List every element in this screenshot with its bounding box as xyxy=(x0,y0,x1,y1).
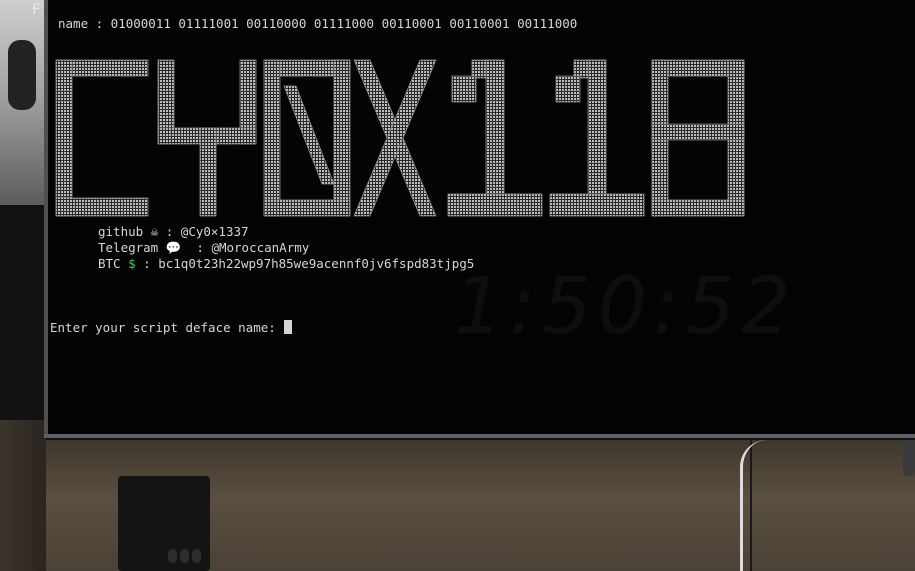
prompt-text: Enter your script deface name: xyxy=(50,320,284,335)
banner-letter-c xyxy=(55,59,149,217)
banner-letter-one-a xyxy=(447,59,543,217)
banner-letter-eight xyxy=(651,59,745,217)
wallpaper-cable xyxy=(740,440,767,571)
telegram-label: Telegram xyxy=(98,240,159,255)
terminal-window[interactable]: 1:50:52 name : 01000011 01111001 0011000… xyxy=(44,0,915,438)
desktop-label: F xyxy=(32,2,41,18)
btc-address: bc1q0t23h22wp97h85we9acennf0jv6fspd83tjp… xyxy=(158,256,475,271)
wallpaper-poster xyxy=(0,0,44,205)
wallpaper-strip xyxy=(0,420,46,571)
speech-bubble-icon: 💬 xyxy=(165,240,182,255)
deface-name-prompt[interactable]: Enter your script deface name: xyxy=(50,320,293,336)
ascii-banner xyxy=(52,56,752,218)
github-separator: : xyxy=(158,224,181,239)
banner-letter-one-b xyxy=(549,59,645,217)
desktop-scroll-handle[interactable] xyxy=(903,440,915,476)
terminal-cursor[interactable] xyxy=(284,320,293,334)
btc-label: BTC xyxy=(98,256,121,271)
telegram-handle: @MoroccanArmy xyxy=(211,240,310,255)
wallpaper-clock: 1:50:52 xyxy=(454,262,797,352)
banner-letter-zero xyxy=(263,59,351,217)
telegram-separator: : xyxy=(181,240,212,255)
banner-letter-y xyxy=(157,59,257,217)
name-binary-line: name : 01000011 01111001 00110000 011110… xyxy=(58,16,578,31)
banner-letter-x xyxy=(353,59,437,217)
btc-line: BTC $ : bc1q0t23h22wp97h85we9acennf0jv6f… xyxy=(98,256,474,272)
github-handle: @Cy0×1337 xyxy=(180,224,249,239)
btc-separator: : xyxy=(135,256,159,271)
telegram-line: Telegram 💬 : @MoroccanArmy xyxy=(98,240,309,256)
github-line: github ☠ : @Cy0×1337 xyxy=(98,224,249,240)
dollar-icon: $ xyxy=(128,256,136,271)
wallpaper-device xyxy=(118,476,210,571)
github-label: github xyxy=(98,224,144,239)
